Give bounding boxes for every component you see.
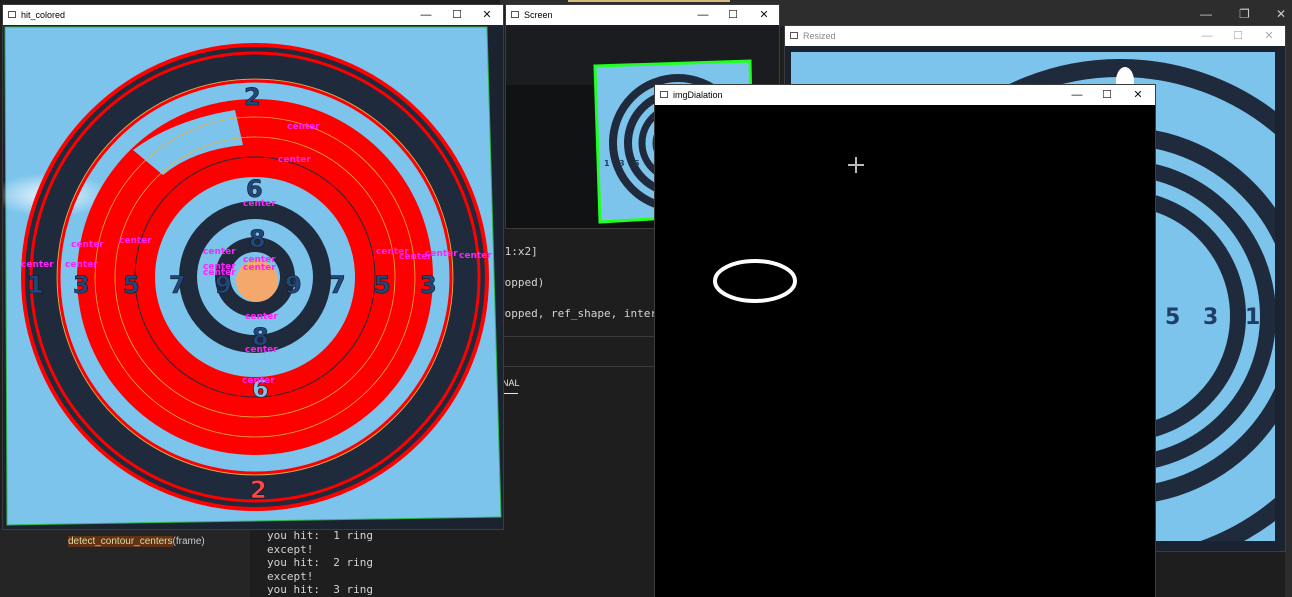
window-app-icon [790, 32, 798, 39]
ring-number-left: 5 [123, 271, 140, 299]
maximize-button[interactable]: ☐ [450, 8, 464, 22]
center-label: center [119, 236, 152, 246]
window-img-dialation[interactable]: imgDialation — ☐ ✕ [655, 85, 1155, 597]
terminal-line: you hit: 3 ring [267, 583, 373, 597]
crosshair-cursor-icon [848, 157, 864, 173]
editor-window-controls: — ❐ ✕ [1190, 6, 1292, 24]
outline-function-args: (frame) [172, 536, 205, 547]
titlebar-hit-colored[interactable]: hit_colored — ☐ ✕ [3, 5, 503, 25]
center-label: center [243, 199, 276, 209]
minimize-button[interactable]: — [1070, 88, 1084, 102]
terminal-output: you hit: 1 ring except! you hit: 2 ring … [267, 529, 373, 597]
ring-number-right: 3 [420, 271, 437, 299]
window-title-resized: Resized [803, 31, 836, 41]
code-line-2: ropped) [498, 276, 545, 289]
center-label: center [65, 260, 98, 270]
outline-item[interactable]: detect_contour_centers(frame) [68, 536, 205, 547]
panel-divider [490, 366, 656, 367]
ring-number-top: 2 [244, 83, 261, 111]
center-label: center [243, 263, 276, 273]
center-label: center [425, 249, 458, 259]
titlebar-screen[interactable]: Screen — ☐ ✕ [506, 5, 779, 25]
editor-restore-button[interactable]: ❐ [1239, 7, 1250, 21]
window-app-icon [660, 91, 668, 98]
center-label: center [21, 260, 54, 270]
ring-number-left: 7 [169, 271, 186, 299]
code-line-1: x1:x2] [498, 245, 538, 258]
center-label: center [245, 345, 278, 355]
ring-number-right: 7 [329, 271, 346, 299]
center-label: center [242, 376, 275, 386]
editor-minimize-button[interactable]: — [1200, 7, 1212, 21]
editor-right-panel [1285, 26, 1292, 597]
center-label: center [459, 251, 492, 261]
ring-number-right: 5 [374, 271, 391, 299]
minimize-button[interactable]: — [419, 8, 433, 22]
window-title-screen: Screen [524, 10, 553, 20]
maximize-button[interactable]: ☐ [1100, 88, 1114, 102]
center-label: center [203, 268, 236, 278]
close-button[interactable]: ✕ [1131, 88, 1145, 102]
center-label: center [203, 247, 236, 257]
titlebar-img-dialation[interactable]: imgDialation — ☐ ✕ [655, 85, 1155, 105]
ring-number-right: 9 [285, 271, 302, 299]
minimize-button[interactable]: — [696, 8, 710, 22]
close-button[interactable]: ✕ [1262, 29, 1276, 43]
ring-number-left: 3 [73, 271, 90, 299]
window-app-icon [8, 11, 16, 18]
window-title-img-dialation: imgDialation [673, 90, 723, 100]
center-label: center [245, 312, 278, 322]
editor-left-sidebar [0, 528, 38, 597]
window-hit-colored[interactable]: hit_colored — ☐ ✕ 2 6 8 8 6 2 1 3 5 7 9 … [3, 5, 503, 529]
center-label: center [287, 122, 320, 132]
screen-ring-number: 1 [604, 159, 610, 168]
dialation-mask-image [655, 105, 1155, 597]
code-divider [490, 336, 656, 337]
editor-close-button[interactable]: ✕ [1276, 7, 1286, 21]
window-title-hit-colored: hit_colored [21, 10, 66, 20]
screen-ring-number: 3 [619, 159, 625, 168]
close-button[interactable]: ✕ [480, 8, 494, 22]
outline-function-name: detect_contour_centers [68, 536, 173, 547]
code-line-3: ropped, ref_shape, interpo [498, 307, 671, 320]
ring-number-left: 1 [27, 271, 44, 299]
terminal-line: except! [267, 569, 314, 583]
window-app-icon [511, 11, 519, 18]
center-label: center [278, 155, 311, 165]
terminal-line: you hit: 2 ring [267, 556, 373, 570]
code-area: x1:x2] ropped) ropped, ref_shape, interp… [490, 228, 670, 528]
hit-colored-image: 2 6 8 8 6 2 1 3 5 7 9 9 7 5 3 center cen… [3, 25, 503, 529]
resized-ring-number: 3 [1203, 305, 1218, 330]
close-button[interactable]: ✕ [757, 8, 771, 22]
maximize-button[interactable]: ☐ [726, 8, 740, 22]
dialation-image [655, 105, 1155, 597]
center-label: center [71, 240, 104, 250]
ring-number-top: 8 [249, 225, 266, 253]
minimize-button[interactable]: — [1200, 29, 1214, 43]
titlebar-resized[interactable]: Resized — ☐ ✕ [785, 26, 1285, 46]
target-hit-image: 2 6 8 8 6 2 1 3 5 7 9 9 7 5 3 center cen… [3, 25, 503, 529]
screen-ring-number: 5 [634, 159, 640, 168]
editor-active-tab-highlight [568, 0, 730, 2]
resized-ring-number: 5 [1165, 305, 1180, 330]
terminal-line: except! [267, 542, 314, 556]
terminal-line: you hit: 1 ring [267, 529, 373, 542]
resized-ring-number: 1 [1245, 305, 1260, 330]
maximize-button[interactable]: ☐ [1231, 29, 1245, 43]
ring-number-bottom: 2 [250, 476, 267, 504]
panel-tab-terminal[interactable]: NAL [502, 378, 520, 388]
